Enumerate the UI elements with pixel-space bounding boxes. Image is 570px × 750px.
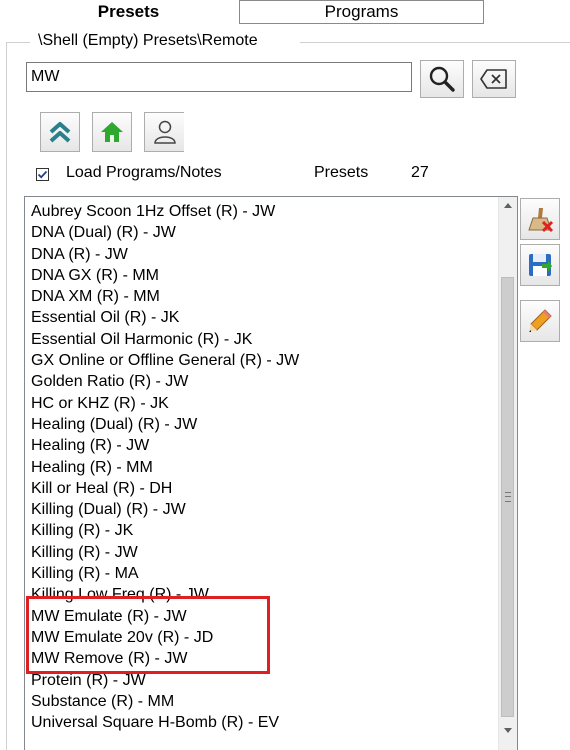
list-item[interactable]: Essential Oil (R) - JK [31,307,495,328]
list-item[interactable]: Kill or Heal (R) - DH [31,478,495,499]
tab-programs-label: Programs [324,2,399,21]
group-frame-top-left [6,42,30,43]
clear-search-button[interactable] [472,60,516,98]
list-item[interactable]: Universal Square H-Bomb (R) - EV [31,712,495,733]
edit-button[interactable] [520,300,560,342]
list-item[interactable]: MW Remove (R) - JW [31,648,495,669]
home-icon [101,122,123,142]
presets-count-value: 27 [411,164,429,181]
user-button[interactable] [144,112,184,152]
tab-presets[interactable]: Presets [18,0,240,24]
group-frame-left [6,42,7,750]
search-icon [429,66,455,92]
search-button[interactable] [420,60,464,98]
load-programs-label[interactable]: Load Programs/Notes [66,164,222,182]
user-icon [153,120,176,144]
list-item[interactable]: Substance (R) - MM [31,691,495,712]
preset-path-label: \Shell (Empty) Presets\Remote [36,32,260,50]
preset-listbox[interactable]: Aubrey Scoon 1Hz Offset (R) - JW DNA (Dua… [24,196,518,750]
list-item[interactable]: Essential Oil Harmonic (R) - JK [31,329,495,350]
list-scrollbar[interactable] [498,197,517,750]
preset-list: Aubrey Scoon 1Hz Offset (R) - JW DNA (Dua… [31,201,495,733]
pencil-icon [529,309,552,332]
list-item[interactable]: Protein (R) - JW [31,670,495,691]
list-item[interactable]: DNA (R) - JW [31,244,495,265]
scroll-up-arrow-icon[interactable] [504,203,512,208]
list-item[interactable]: MW Emulate (R) - JW [31,606,495,627]
list-item[interactable]: Aubrey Scoon 1Hz Offset (R) - JW [31,201,495,222]
group-frame-top-right [300,42,570,43]
list-item[interactable]: GX Online or Offline General (R) - JW [31,350,495,371]
double-chevron-up-icon [49,122,71,143]
list-item[interactable]: Healing (R) - MM [31,457,495,478]
scroll-down-arrow-icon[interactable] [504,728,512,733]
list-item[interactable]: Killing (R) - JK [31,520,495,541]
backspace-clear-icon [480,69,507,89]
list-item[interactable]: Healing (R) - JW [31,435,495,456]
list-item[interactable]: HC or KHZ (R) - JK [31,393,495,414]
presets-panel: Presets Programs \Shell (Empty) Presets\… [0,0,570,750]
save-button[interactable] [520,244,560,286]
scroll-grip-icon [505,492,511,502]
presets-count-label: Presets [314,164,369,181]
list-item[interactable]: MW Emulate 20v (R) - JD [31,627,495,648]
list-item[interactable]: Healing (Dual) (R) - JW [31,414,495,435]
list-item[interactable]: DNA GX (R) - MM [31,265,495,286]
checkmark-icon [37,170,48,179]
home-button[interactable] [92,112,132,152]
scroll-thumb[interactable] [501,277,514,717]
list-item[interactable]: DNA XM (R) - MM [31,286,495,307]
load-programs-checkbox[interactable] [36,168,49,181]
erase-button[interactable] [520,198,560,240]
list-item[interactable]: Killing (R) - JW [31,542,495,563]
tab-presets-label: Presets [97,2,160,21]
eraser-icon [528,208,554,233]
list-item[interactable]: Killing Low Freq (R) - JW [31,584,495,605]
search-input[interactable] [26,62,412,92]
save-floppy-icon [529,254,552,276]
list-item[interactable]: Killing (R) - MA [31,563,495,584]
tab-programs[interactable]: Programs [240,0,484,24]
list-item[interactable]: Golden Ratio (R) - JW [31,371,495,392]
navigate-up-button[interactable] [40,112,80,152]
list-item[interactable]: Killing (Dual) (R) - JW [31,499,495,520]
list-item[interactable]: DNA (Dual) (R) - JW [31,222,495,243]
